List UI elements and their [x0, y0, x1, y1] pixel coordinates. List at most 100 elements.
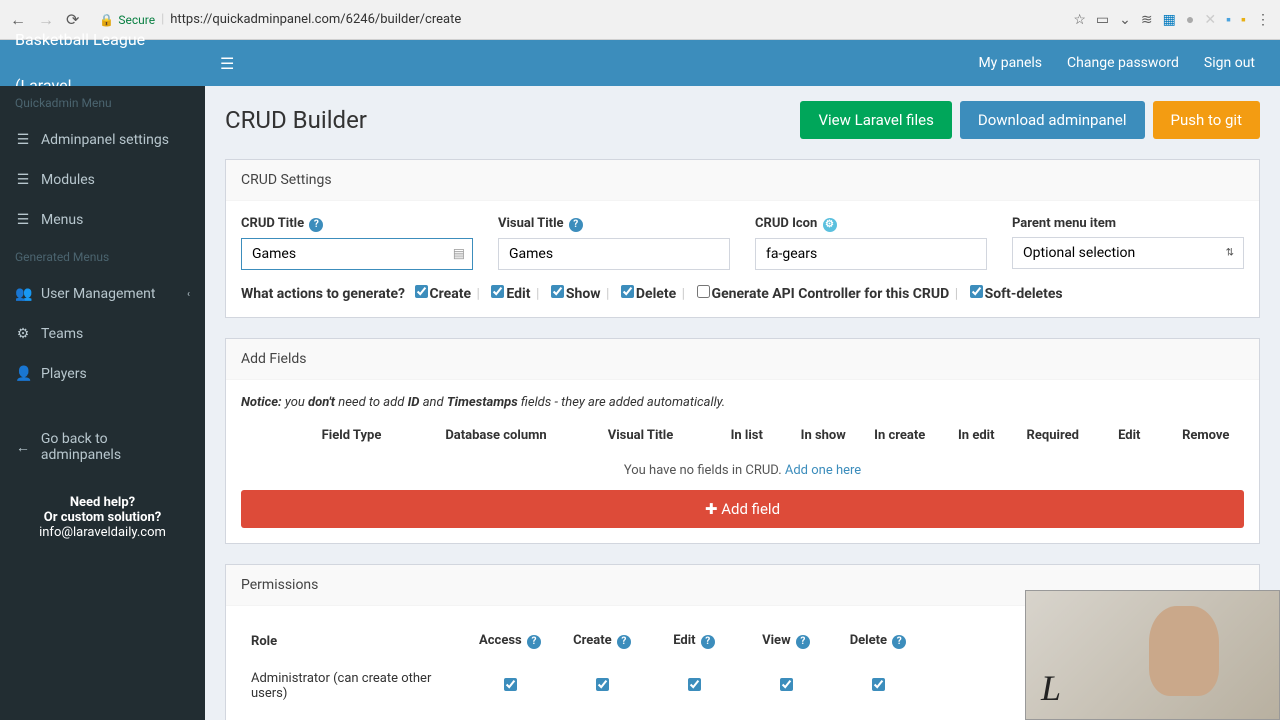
add-one-link[interactable]: Add one here: [785, 463, 861, 478]
sidebar-item-go-back[interactable]: ← Go back to adminpanels: [0, 419, 205, 475]
sidebar-item-menus[interactable]: ☰ Menus: [0, 200, 205, 240]
crud-title-label: CRUD Title ?: [241, 216, 473, 232]
help-icon[interactable]: ⚙: [823, 218, 837, 232]
push-to-git-button[interactable]: Push to git: [1153, 101, 1260, 139]
help-icon[interactable]: ?: [617, 635, 631, 649]
sidebar-item-label: Teams: [41, 326, 83, 342]
arrow-left-icon: ←: [15, 439, 31, 456]
crud-title-input[interactable]: [241, 238, 473, 270]
sidebar-item-label: Go back to adminpanels: [41, 431, 190, 463]
actions-label: What actions to generate?: [241, 286, 405, 302]
visual-title-input[interactable]: [498, 238, 730, 270]
visual-title-label: Visual Title ?: [498, 216, 730, 232]
col-in-show: In show: [785, 428, 862, 443]
sidebar-section-generated: Generated Menus: [0, 240, 205, 274]
ext4-icon[interactable]: ▪: [1241, 11, 1246, 28]
api-checkbox[interactable]: [697, 285, 710, 298]
col-visual-title: Visual Title: [573, 428, 709, 443]
sidebar-help: Need help? Or custom solution? info@lara…: [0, 475, 205, 560]
actions-row: What actions to generate? Create | Edit …: [241, 285, 1244, 302]
star-icon[interactable]: ☆: [1073, 12, 1086, 28]
crud-title-group: CRUD Title ? ▤: [241, 216, 473, 270]
sidebar-item-label: Menus: [41, 212, 83, 228]
perm-edit-checkbox[interactable]: [688, 678, 701, 691]
show-checkbox[interactable]: [551, 285, 564, 298]
list-icon: ☰: [15, 172, 31, 188]
help-icon[interactable]: ?: [527, 635, 541, 649]
perm-delete-checkbox[interactable]: [872, 678, 885, 691]
soft-deletes-checkbox[interactable]: [970, 285, 983, 298]
sign-out-link[interactable]: Sign out: [1204, 55, 1255, 71]
crud-icon-input[interactable]: [755, 238, 987, 270]
add-field-button[interactable]: ✚ Add field: [241, 490, 1244, 528]
delete-checkbox[interactable]: [621, 285, 634, 298]
sidebar-item-teams[interactable]: ⚙ Teams: [0, 314, 205, 354]
menu-icon[interactable]: ⋮: [1256, 12, 1270, 28]
sidebar-item-label: Players: [41, 366, 87, 382]
col-database: Database column: [420, 428, 573, 443]
soft-deletes-label: Soft-deletes: [985, 286, 1063, 302]
sidebar-item-modules[interactable]: ☰ Modules: [0, 160, 205, 200]
perm-create-checkbox[interactable]: [596, 678, 609, 691]
ext-icon[interactable]: ●: [1186, 11, 1194, 28]
input-addon-icon[interactable]: ▤: [453, 247, 465, 262]
pocket-icon[interactable]: ⌄: [1119, 12, 1131, 28]
no-fields-row: You have no fields in CRUD. Add one here: [241, 451, 1244, 490]
sidebar-item-players[interactable]: 👤 Players: [0, 354, 205, 394]
panel-title: CRUD Settings: [226, 160, 1259, 201]
help-icon[interactable]: ?: [309, 218, 323, 232]
col-delete: Delete ?: [833, 623, 923, 659]
help-icon[interactable]: ?: [569, 218, 583, 232]
page-title: CRUD Builder: [225, 106, 367, 134]
sidebar-toggle-icon[interactable]: ☰: [205, 54, 249, 73]
trello-icon[interactable]: ▦: [1163, 12, 1176, 28]
sidebar-item-label: Modules: [41, 172, 95, 188]
edit-label: Edit: [506, 286, 530, 302]
perm-view-checkbox[interactable]: [780, 678, 793, 691]
help-icon[interactable]: ?: [796, 635, 810, 649]
col-access: Access ?: [465, 623, 555, 659]
create-checkbox[interactable]: [415, 285, 428, 298]
delete-label: Delete: [636, 286, 676, 302]
help-icon[interactable]: ?: [892, 635, 906, 649]
download-adminpanel-button[interactable]: Download adminpanel: [960, 101, 1145, 139]
add-fields-panel: Add Fields Notice: you don't need to add…: [225, 338, 1260, 544]
parent-menu-group: Parent menu item Optional selection ⇅: [1012, 216, 1244, 270]
ext2-icon[interactable]: ✕: [1204, 12, 1216, 28]
panel-title: Add Fields: [226, 339, 1259, 380]
gear-icon: ⚙: [15, 326, 31, 342]
browser-extensions: ☆ ▭ ⌄ ≋ ▦ ● ✕ ▪ ▪ ⋮: [1073, 11, 1270, 28]
list-icon: ☰: [15, 212, 31, 228]
crud-icon-group: CRUD Icon ⚙: [755, 216, 987, 270]
view-laravel-files-button[interactable]: View Laravel files: [800, 101, 951, 139]
parent-menu-select[interactable]: Optional selection: [1012, 237, 1244, 269]
edit-checkbox[interactable]: [491, 285, 504, 298]
page-header: CRUD Builder View Laravel files Download…: [225, 101, 1260, 139]
no-fields-text: You have no fields in CRUD.: [624, 463, 782, 478]
perm-access-checkbox[interactable]: [504, 678, 517, 691]
col-role: Role: [243, 623, 463, 659]
url-text: https://quickadminpanel.com/6246/builder…: [170, 12, 461, 27]
col-edit: Edit: [1091, 428, 1168, 443]
help-icon[interactable]: ?: [701, 635, 715, 649]
col-in-edit: In edit: [938, 428, 1015, 443]
header-right: My panels Change password Sign out: [978, 55, 1280, 71]
help-email[interactable]: info@laraveldaily.com: [10, 525, 195, 540]
sidebar-item-user-management[interactable]: 👥 User Management ‹: [0, 274, 205, 314]
ext3-icon[interactable]: ▪: [1226, 11, 1231, 28]
col-view: View ?: [741, 623, 831, 659]
crud-settings-panel: CRUD Settings CRUD Title ? ▤ Visual Titl…: [225, 159, 1260, 318]
signature: L: [1041, 667, 1061, 709]
layers-icon[interactable]: ≋: [1141, 12, 1153, 28]
sidebar-item-adminpanel-settings[interactable]: ☰ Adminpanel settings: [0, 120, 205, 160]
my-panels-link[interactable]: My panels: [978, 55, 1042, 71]
api-label: Generate API Controller for this CRUD: [712, 286, 950, 302]
url-bar[interactable]: 🔒 Secure | https://quickadminpanel.com/6…: [89, 8, 1063, 31]
sidebar-item-label: User Management: [41, 286, 155, 302]
cast-icon[interactable]: ▭: [1096, 12, 1109, 28]
chevron-left-icon: ‹: [187, 289, 190, 300]
col-remove: Remove: [1168, 428, 1245, 443]
sidebar: Quickadmin Menu ☰ Adminpanel settings ☰ …: [0, 86, 205, 720]
create-label: Create: [430, 286, 472, 302]
change-password-link[interactable]: Change password: [1067, 55, 1179, 71]
